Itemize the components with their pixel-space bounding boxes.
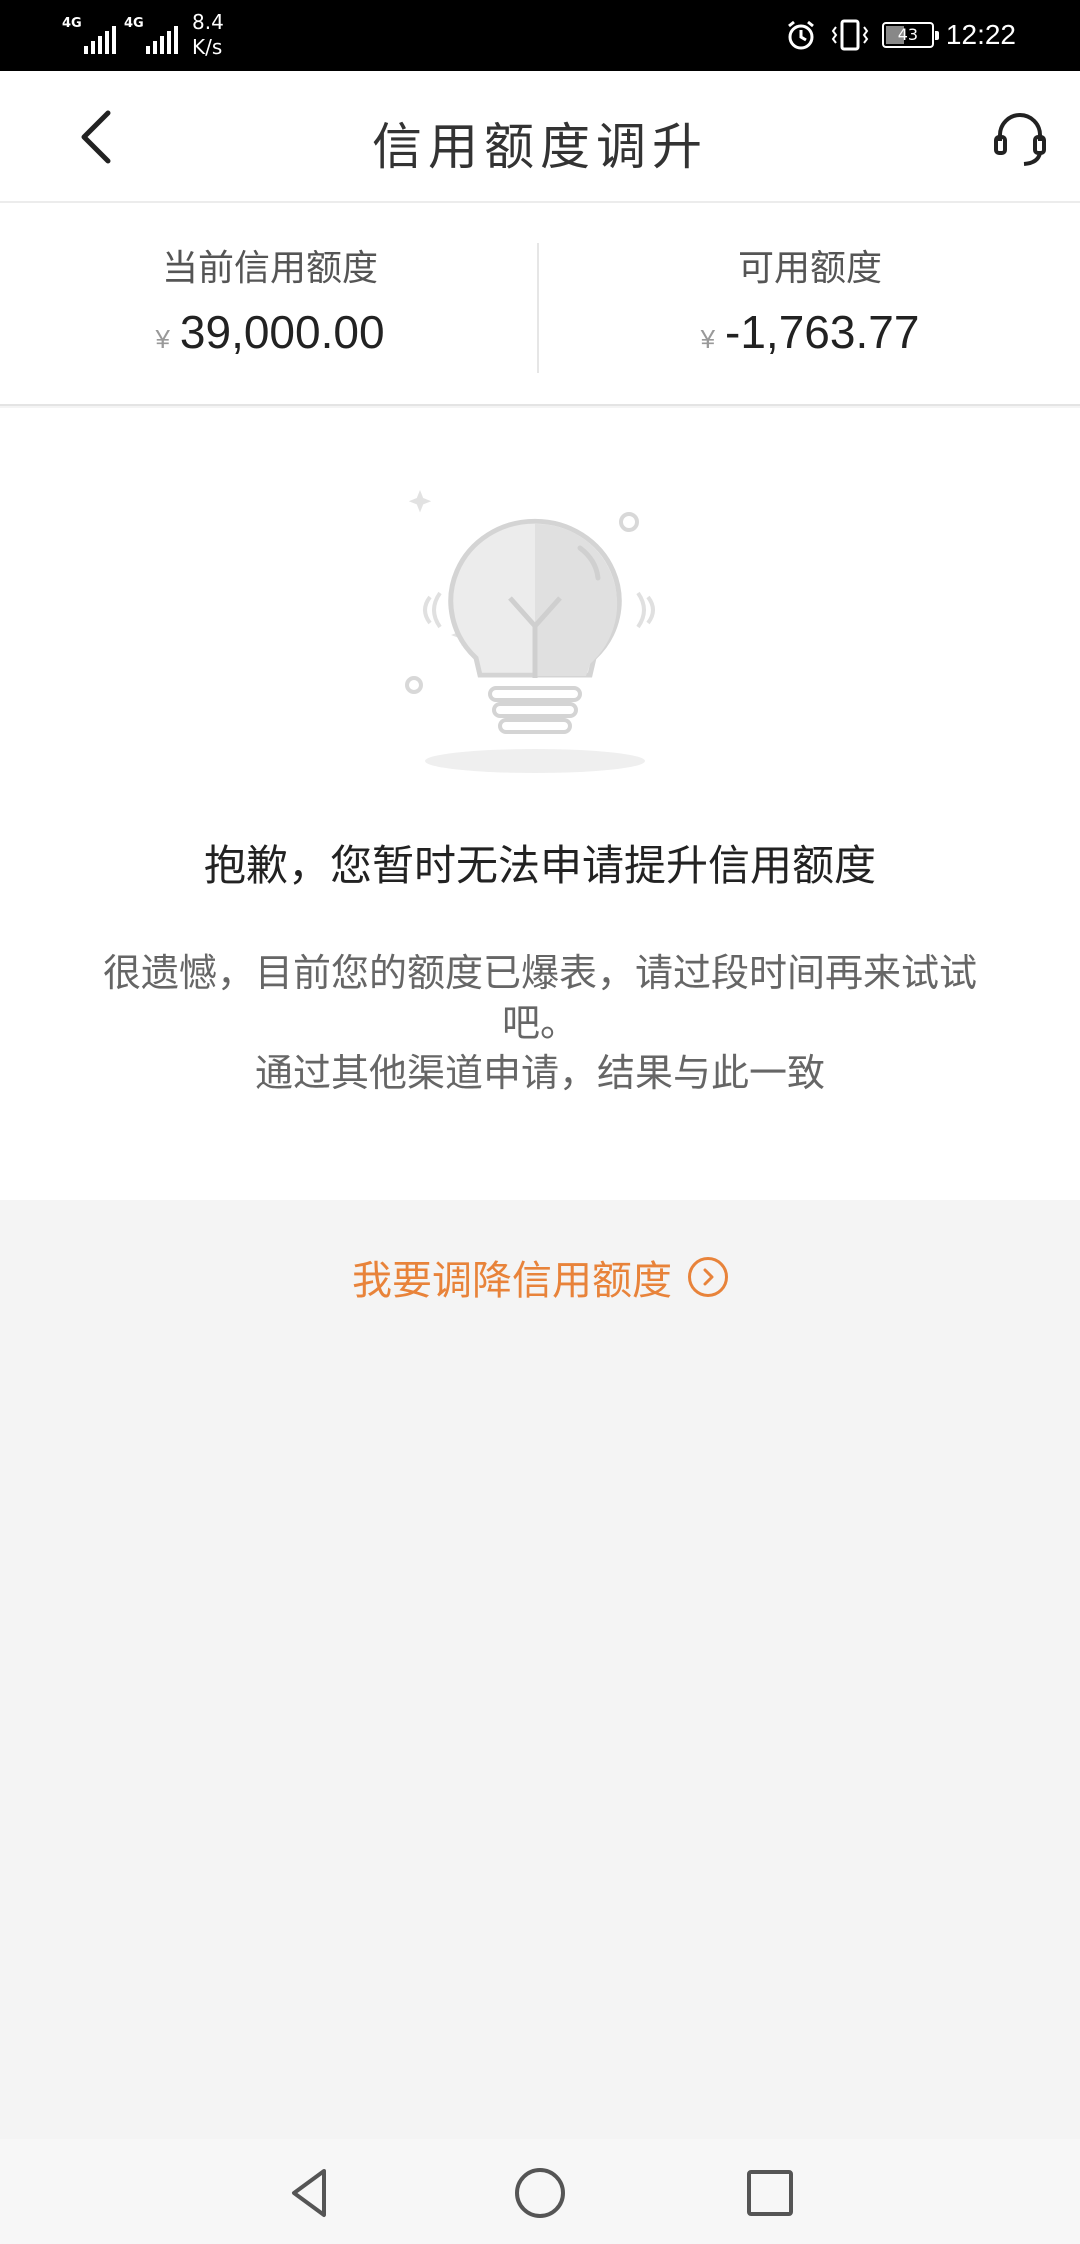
currency-symbol: ¥ [155, 324, 170, 354]
signal-icon-sim2: 4G [124, 14, 178, 54]
network-type-label: 4G [62, 16, 82, 31]
square-recents-icon [747, 2170, 793, 2216]
vibrate-icon [831, 19, 869, 51]
network-speed-value: 8.4 [192, 10, 224, 34]
current-credit-limit: 当前信用额度 ¥39,000.00 [0, 203, 540, 403]
summary-divider [537, 243, 539, 373]
current-credit-label: 当前信用额度 [161, 248, 378, 289]
currency-symbol: ¥ [700, 324, 716, 354]
circle-home-icon [515, 2168, 565, 2218]
network-type-label: 4G [124, 16, 144, 31]
result-description-line: 很遗憾，目前您的额度已爆表，请过段时间再来试试吧。 [102, 951, 977, 1045]
available-credit-amount: ¥ -1,763.77 [540, 305, 1080, 359]
available-credit: 可用额度 ¥ -1,763.77 [540, 203, 1080, 403]
result-description: 很遗憾，目前您的额度已爆表，请过段时间再来试试吧。 通过其他渠道申请，结果与此一… [70, 948, 1010, 1098]
nav-home-button[interactable] [510, 2163, 570, 2223]
chevron-right-circle-icon [688, 1257, 728, 1297]
battery-level: 43 [897, 25, 919, 44]
result-description-line: 通过其他渠道申请，结果与此一致 [254, 1051, 825, 1095]
triangle-back-icon [292, 2169, 326, 2217]
lightbulb-icon [405, 490, 655, 773]
app-header: 信用额度调升 [0, 71, 1080, 203]
status-bar: 4G 4G 8.4 K/s 43 12:22 [0, 0, 1080, 71]
nav-back-button[interactable] [280, 2163, 340, 2223]
available-credit-value: -1,763.77 [725, 306, 920, 358]
battery-icon: 43 [881, 22, 939, 48]
network-speed-unit: K/s [192, 35, 223, 59]
result-headline: 抱歉，您暂时无法申请提升信用额度 [203, 841, 876, 890]
headset-icon [994, 113, 1046, 166]
signal-icon-sim1: 4G [62, 14, 116, 54]
customer-service-button[interactable] [990, 109, 1050, 169]
network-speed: 8.4 K/s [192, 10, 224, 60]
screen: 4G 4G 8.4 K/s 43 12:22 信用额度调升 当前信用额度 ¥ 3… [0, 0, 1080, 2244]
system-nav-bar [0, 2139, 1080, 2244]
current-credit-amount: ¥39,000.00 [0, 305, 540, 359]
clock: 12:22 [945, 19, 1016, 50]
available-credit-label: 可用额度 [737, 248, 882, 289]
alarm-icon [787, 20, 814, 50]
status-right: 43 12:22 [784, 18, 1016, 52]
page-title: 信用额度调升 [372, 118, 708, 176]
nav-recents-button[interactable] [740, 2163, 800, 2223]
credit-summary: 当前信用额度 ¥39,000.00 可用额度 ¥ -1,763.77 [0, 203, 1080, 406]
result-panel: 抱歉，您暂时无法申请提升信用额度 很遗憾，目前您的额度已爆表，请过段时间再来试试… [0, 408, 1080, 1200]
lower-credit-limit-label: 我要调降信用额度 [352, 1258, 672, 1304]
lower-credit-limit-link[interactable]: 我要调降信用额度 [0, 1248, 1080, 1306]
current-credit-value: 39,000.00 [179, 306, 385, 358]
